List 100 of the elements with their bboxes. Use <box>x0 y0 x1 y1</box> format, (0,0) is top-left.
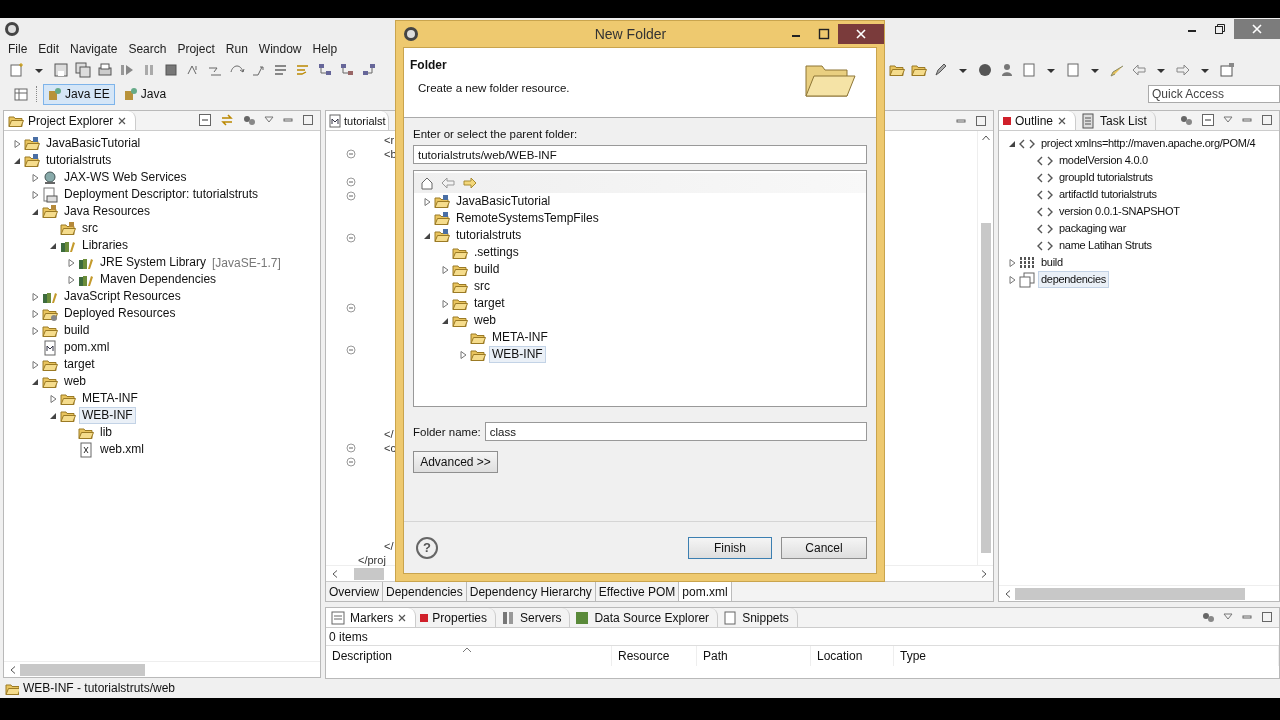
scrollbar[interactable] <box>999 585 1279 601</box>
back-arrow-icon[interactable] <box>440 176 456 190</box>
tree-item[interactable]: pom.xml <box>61 339 113 356</box>
menu-item[interactable]: Project <box>171 42 220 56</box>
tree-item[interactable]: JRE System Library <box>97 254 210 271</box>
tree-item[interactable]: target <box>471 295 508 312</box>
menu-item[interactable]: Window <box>252 42 307 56</box>
open-perspective-icon[interactable] <box>12 85 30 103</box>
menu-item[interactable]: Help <box>306 42 343 56</box>
expand-arrow-icon[interactable] <box>66 257 76 268</box>
scrollbar-thumb[interactable] <box>354 567 384 580</box>
view-tab[interactable]: Markers <box>326 608 417 627</box>
save-all-icon[interactable] <box>74 61 92 79</box>
view-tab[interactable]: Outline <box>999 111 1077 130</box>
expand-arrow-icon[interactable] <box>440 264 450 275</box>
menu-item[interactable]: Run <box>219 42 253 56</box>
column-header[interactable]: Type <box>894 646 1279 666</box>
expand-arrow-icon[interactable] <box>30 308 40 319</box>
filter-icon[interactable] <box>242 113 256 127</box>
fold-icon[interactable] <box>346 303 356 313</box>
maximize-icon[interactable] <box>1261 114 1273 126</box>
tree-item[interactable]: build <box>471 261 503 278</box>
tree-item[interactable]: build <box>1038 254 1066 271</box>
tree-item[interactable]: build <box>61 322 93 339</box>
tree-item[interactable]: Maven Dependencies <box>97 271 220 288</box>
view-menu-icon[interactable] <box>264 116 274 124</box>
perspective-button[interactable]: Java EE <box>43 83 115 105</box>
tree-item[interactable]: web <box>471 312 499 329</box>
tree-item[interactable]: project xmlns=http://maven.apache.org/POM/4 <box>1038 135 1259 152</box>
tree-item[interactable]: lib <box>97 424 115 441</box>
printer-icon[interactable] <box>96 61 114 79</box>
expand-arrow-icon[interactable] <box>30 291 40 302</box>
minimize-icon[interactable] <box>1241 115 1253 125</box>
close-button[interactable] <box>838 24 884 44</box>
tree-item[interactable]: modelVersion 4.0.0 <box>1056 152 1151 169</box>
tree-item[interactable]: WEB-INF <box>489 346 546 363</box>
column-header[interactable]: Location <box>811 646 894 666</box>
scrollbar[interactable] <box>4 661 320 677</box>
cancel-button[interactable]: Cancel <box>781 536 867 559</box>
tree-item[interactable]: JavaScript Resources <box>61 288 184 305</box>
fold-icon[interactable] <box>346 149 356 159</box>
expand-arrow-icon[interactable] <box>30 172 40 183</box>
tree-item[interactable]: Deployed Resources <box>61 305 179 322</box>
stop-icon[interactable] <box>162 61 180 79</box>
tree-item[interactable]: Deployment Descriptor: tutorialstruts <box>61 186 262 203</box>
tree-item[interactable]: WEB-INF <box>79 407 136 424</box>
parent-folder-field[interactable]: tutorialstruts/web/WEB-INF <box>413 145 867 164</box>
fold-icon[interactable] <box>346 177 356 187</box>
quick-access-field[interactable]: Quick Access <box>1148 85 1280 103</box>
expand-arrow-icon[interactable] <box>422 196 432 207</box>
folder-name-field[interactable]: class <box>484 422 867 441</box>
close-icon[interactable] <box>117 115 128 126</box>
tree-item[interactable]: Libraries <box>79 237 132 254</box>
tree-item[interactable]: src <box>471 278 493 295</box>
tree-item[interactable]: target <box>61 356 98 373</box>
minimize-icon[interactable] <box>282 115 294 125</box>
column-header[interactable]: Description <box>326 646 612 666</box>
finish-button[interactable]: Finish <box>688 536 772 559</box>
tree-item[interactable]: groupId tutorialstruts <box>1056 169 1156 186</box>
maximize-icon[interactable] <box>1261 611 1273 623</box>
expand-arrow-icon[interactable] <box>1007 257 1017 268</box>
tree-item[interactable]: .settings <box>471 244 522 261</box>
advanced-button[interactable]: Advanced >> <box>413 451 498 473</box>
expand-arrow-icon[interactable] <box>30 189 40 200</box>
tree-item[interactable]: packaging war <box>1056 220 1130 237</box>
tree-item[interactable]: JavaBasicTutorial <box>453 193 554 210</box>
menu-item[interactable]: Search <box>122 42 172 56</box>
tree-item[interactable]: JavaBasicTutorial <box>43 135 144 152</box>
maximize-icon[interactable] <box>975 115 987 127</box>
tree-item[interactable]: META-INF <box>79 390 141 407</box>
close-icon[interactable] <box>1057 115 1068 126</box>
minimize-icon[interactable] <box>955 116 967 126</box>
scrollbar-thumb[interactable] <box>1015 587 1245 600</box>
tree-item[interactable]: web <box>61 373 89 390</box>
expand-arrow-icon[interactable] <box>440 298 450 309</box>
column-header[interactable]: Resource <box>612 646 697 666</box>
expand-arrow-icon[interactable] <box>1007 274 1017 285</box>
expand-arrow-icon[interactable] <box>30 325 40 336</box>
filter-icon[interactable] <box>1201 610 1215 624</box>
tree-item[interactable]: tutorialstruts <box>43 152 115 169</box>
tree-item[interactable]: JAX-WS Web Services <box>61 169 190 186</box>
menu-item[interactable]: Edit <box>32 42 65 56</box>
home-icon[interactable] <box>420 176 434 190</box>
tree-item[interactable]: META-INF <box>489 329 551 346</box>
scrollbar-thumb[interactable] <box>20 663 145 676</box>
expand-arrow-icon[interactable] <box>12 138 22 149</box>
tree-item[interactable]: artifactId tutorialstruts <box>1056 186 1160 203</box>
ball-icon[interactable] <box>976 61 994 79</box>
collapse-all-icon[interactable] <box>1201 113 1215 127</box>
link-arrows-icon[interactable] <box>220 113 234 127</box>
perspective-button[interactable]: Java <box>118 83 172 105</box>
view-menu-icon[interactable] <box>1223 613 1233 621</box>
view-menu-icon[interactable] <box>1223 116 1233 124</box>
tree-item[interactable]: web.xml <box>97 441 147 458</box>
expand-arrow-icon[interactable] <box>458 349 468 360</box>
scrollbar[interactable] <box>977 131 993 565</box>
fold-icon[interactable] <box>346 443 356 453</box>
expand-arrow-icon[interactable] <box>66 274 76 285</box>
tree-item[interactable]: dependencies <box>1038 271 1109 288</box>
fold-icon[interactable] <box>346 191 356 201</box>
